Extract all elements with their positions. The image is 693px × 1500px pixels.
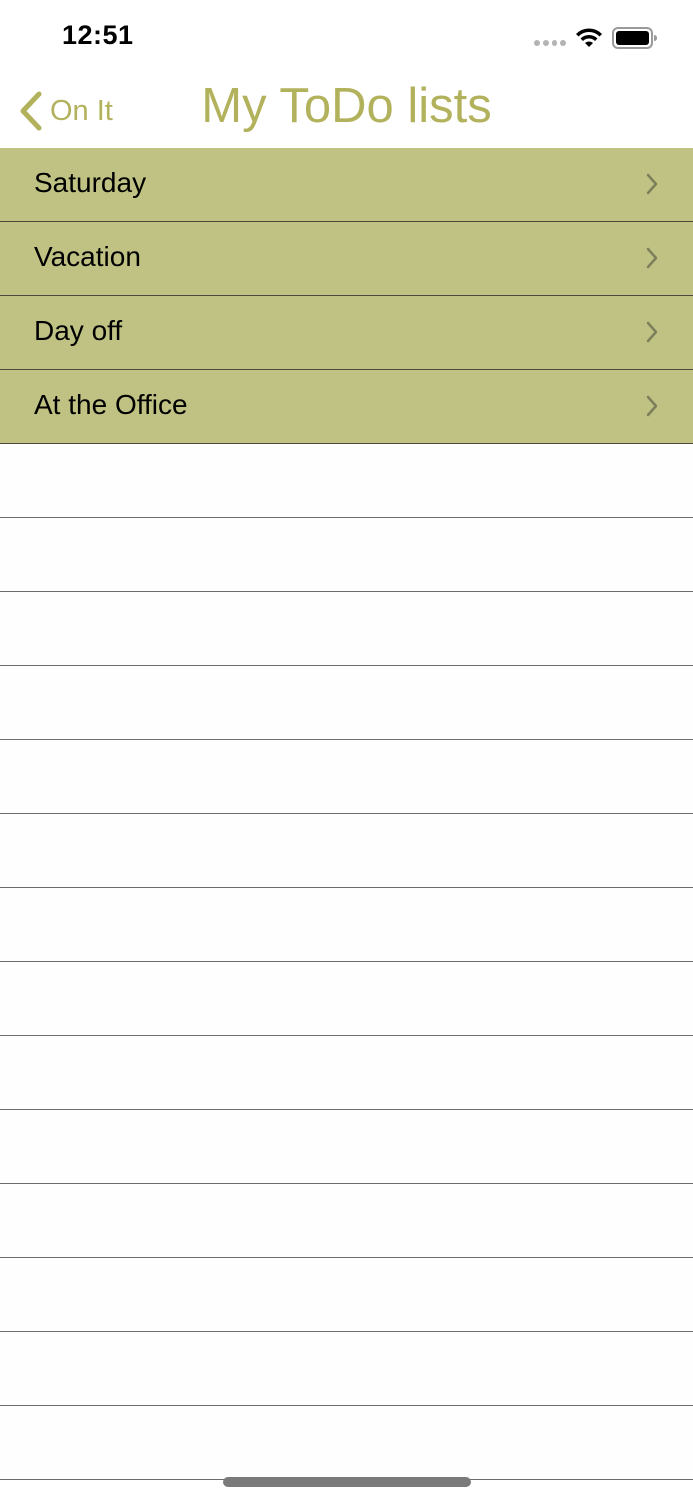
list-item-saturday[interactable]: Saturday [0, 148, 693, 222]
list-item-day-off[interactable]: Day off [0, 296, 693, 370]
home-indicator[interactable] [223, 1477, 471, 1487]
empty-row [0, 740, 693, 814]
empty-row [0, 814, 693, 888]
battery-icon [612, 27, 657, 49]
list-item-label: Vacation [34, 241, 141, 272]
empty-row [0, 1036, 693, 1110]
chevron-right-icon [646, 321, 658, 343]
wifi-icon [576, 28, 602, 47]
empty-row [0, 962, 693, 1036]
empty-row [0, 1258, 693, 1332]
empty-row [0, 592, 693, 666]
page-title: My ToDo lists [201, 79, 492, 133]
list-item-at-the-office[interactable]: At the Office [0, 370, 693, 444]
status-bar: 12:51 [0, 0, 693, 76]
status-time: 12:51 [62, 20, 134, 50]
signal-dots-icon [534, 40, 566, 46]
empty-row [0, 666, 693, 740]
empty-row [0, 888, 693, 962]
list-item-vacation[interactable]: Vacation [0, 222, 693, 296]
list-item-label: At the Office [34, 389, 188, 420]
todo-lists: Saturday Vacation Day off At the Office [0, 148, 693, 1480]
empty-row [0, 444, 693, 518]
chevron-right-icon [646, 173, 658, 195]
list-item-label: Day off [34, 315, 123, 346]
empty-row [0, 518, 693, 592]
empty-row [0, 1332, 693, 1406]
list-item-label: Saturday [34, 167, 147, 198]
empty-row [0, 1184, 693, 1258]
empty-row [0, 1110, 693, 1184]
navigation-bar: On It My ToDo lists [0, 76, 693, 148]
chevron-right-icon [646, 395, 658, 417]
chevron-right-icon [646, 247, 658, 269]
empty-row [0, 1406, 693, 1480]
